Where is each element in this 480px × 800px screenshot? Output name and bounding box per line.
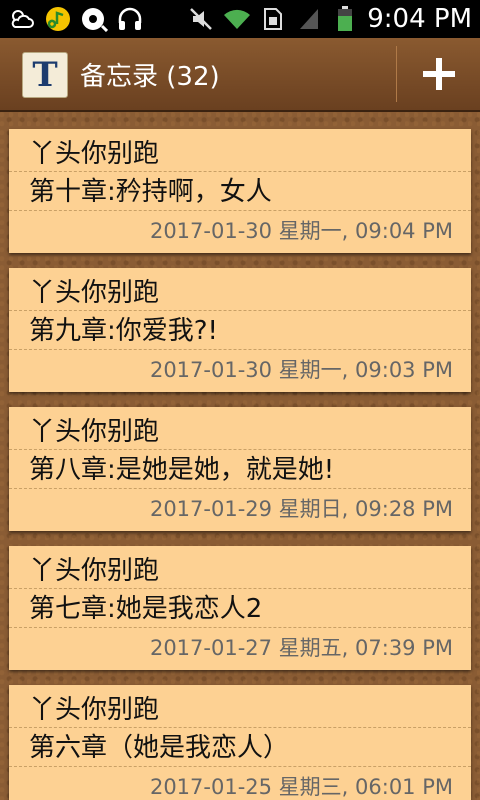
qq-music-icon [80, 5, 108, 33]
sim-icon [259, 5, 287, 33]
note-chapter: 第七章:她是我恋人2 [29, 594, 263, 624]
note-chapter: 第八章:是她是她，就是她! [29, 455, 335, 485]
note-item[interactable]: 丫头你别跑 第十章:矜持啊，女人 2017-01-30 星期一, 09:04 P… [9, 129, 471, 253]
note-date: 2017-01-30 星期一, 09:03 PM [149, 358, 453, 382]
ruled-line [9, 210, 471, 212]
note-chapter: 第六章（她是我恋人） [29, 733, 290, 763]
ruled-line [9, 349, 471, 351]
note-title: 丫头你别跑 [29, 417, 160, 447]
note-title: 丫头你别跑 [29, 695, 160, 725]
note-title: 丫头你别跑 [29, 139, 160, 169]
headphones-icon [116, 5, 144, 33]
note-date: 2017-01-29 星期日, 09:28 PM [149, 497, 453, 521]
ruled-line [9, 488, 471, 490]
note-item[interactable]: 丫头你别跑 第九章:你爱我?! 2017-01-30 星期一, 09:03 PM [9, 268, 471, 392]
plus-icon [423, 58, 455, 90]
status-bar: 9:04 PM [0, 0, 480, 38]
action-bar-divider [396, 46, 397, 102]
ruled-line [9, 627, 471, 629]
signal-icon [295, 5, 323, 33]
note-date: 2017-01-30 星期一, 09:04 PM [149, 219, 453, 243]
ruled-line [9, 766, 471, 768]
clock: 9:04 PM [367, 4, 472, 34]
battery-icon [331, 5, 359, 33]
add-note-button[interactable] [398, 38, 480, 110]
note-title: 丫头你别跑 [29, 556, 160, 586]
weather-icon [8, 5, 36, 33]
notes-list[interactable]: 丫头你别跑 第十章:矜持啊，女人 2017-01-30 星期一, 09:04 P… [0, 112, 480, 800]
mute-icon [187, 5, 215, 33]
note-chapter: 第十章:矜持啊，女人 [29, 177, 272, 207]
note-item[interactable]: 丫头你别跑 第六章（她是我恋人） 2017-01-25 星期三, 06:01 P… [9, 685, 471, 800]
wifi-icon [223, 5, 251, 33]
note-item[interactable]: 丫头你别跑 第七章:她是我恋人2 2017-01-27 星期五, 07:39 P… [9, 546, 471, 670]
note-date: 2017-01-25 星期三, 06:01 PM [149, 775, 453, 799]
note-item[interactable]: 丫头你别跑 第八章:是她是她，就是她! 2017-01-29 星期日, 09:2… [9, 407, 471, 531]
note-title: 丫头你别跑 [29, 278, 160, 308]
note-chapter: 第九章:你爱我?! [29, 316, 218, 346]
music-app-icon [44, 5, 72, 33]
page-title: 备忘录 (32) [80, 61, 220, 92]
note-date: 2017-01-27 星期五, 07:39 PM [149, 636, 453, 660]
app-logo-icon[interactable]: T [22, 52, 68, 98]
action-bar: T 备忘录 (32) [0, 38, 480, 112]
